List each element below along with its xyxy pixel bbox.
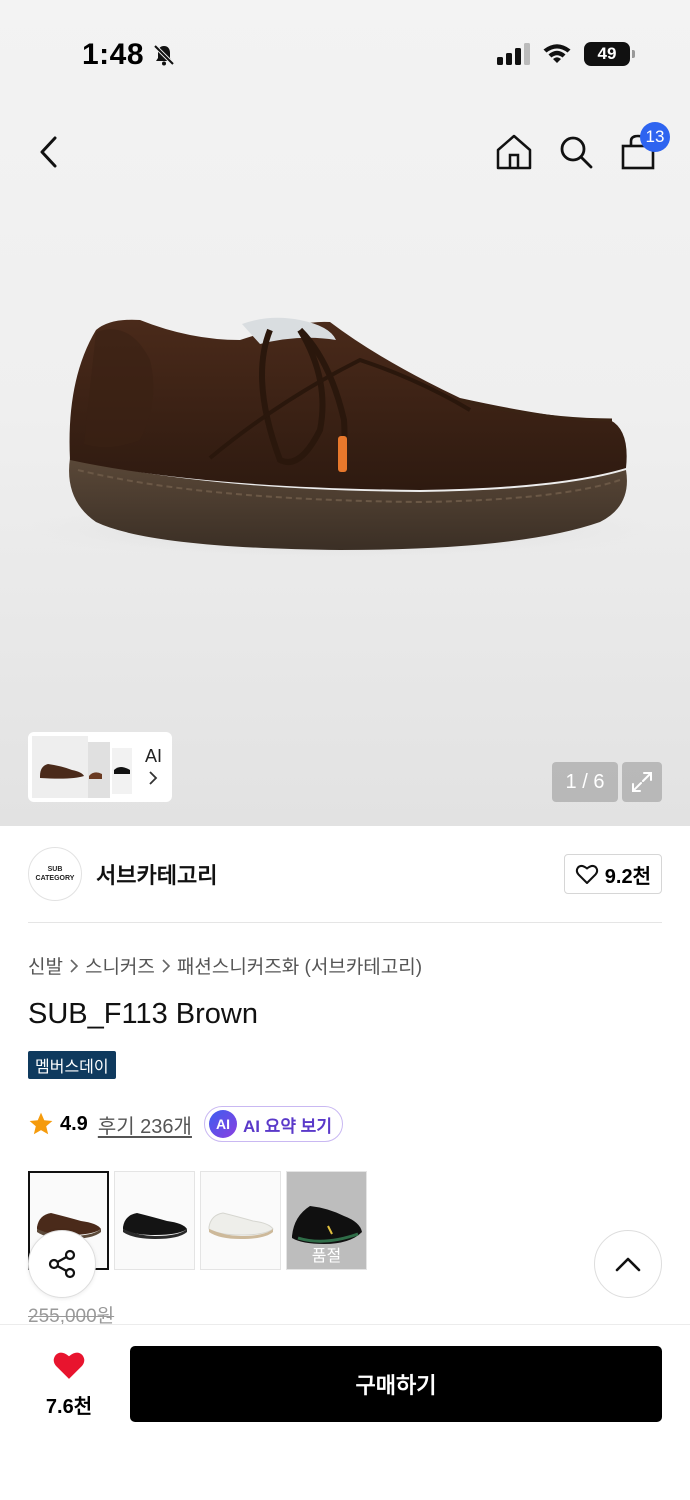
color-option-black-green[interactable]: 품절: [286, 1171, 367, 1270]
back-button[interactable]: [18, 120, 78, 184]
option-black-image: [122, 1212, 187, 1239]
breadcrumb-item-shoes[interactable]: 신발: [28, 952, 63, 979]
status-bar: 1:48 49: [0, 0, 690, 100]
brand-logo: SUB CATEGORY: [28, 847, 82, 901]
image-page-indicator: 1 / 6: [552, 762, 618, 802]
search-icon: [560, 136, 593, 169]
top-navigation: 13: [0, 120, 690, 184]
brand-like-button[interactable]: 9.2천: [563, 854, 662, 894]
wifi-icon: [543, 44, 571, 63]
scroll-to-top-button[interactable]: [594, 1230, 662, 1298]
home-icon: [496, 134, 532, 170]
brand-row[interactable]: SUB CATEGORY 서브카테고리 9.2천: [28, 846, 662, 902]
search-button[interactable]: [546, 120, 606, 184]
bottom-action-bar: 7.6천 구매하기: [0, 1324, 690, 1500]
thumbnail-preview: [32, 736, 132, 798]
expand-icon: [632, 772, 652, 792]
heart-filled-icon: [53, 1352, 85, 1379]
product-like-count: 7.6천: [45, 1396, 93, 1418]
breadcrumb-item-sneakers[interactable]: 스니커즈: [85, 952, 155, 979]
battery-icon: 49: [584, 42, 635, 66]
breadcrumb: 신발 스니커즈 패션스니커즈화 (서브카테고리): [28, 952, 422, 979]
heart-outline-icon: [575, 865, 598, 884]
brand-logo-text-top: SUB: [47, 866, 63, 873]
soldout-label: 품절: [311, 1248, 342, 1265]
ai-summary-button[interactable]: AI AI 요약 보기: [203, 1106, 343, 1142]
chevron-up-icon: [615, 1257, 641, 1272]
cellular-signal-icon: [497, 43, 530, 65]
review-count-link[interactable]: 후기 236개: [98, 1110, 192, 1139]
buy-button[interactable]: 구매하기: [130, 1346, 662, 1422]
status-time-text: 1:48: [82, 38, 145, 71]
ai-label-text: AI: [144, 746, 162, 766]
rating-row: 4.9 후기 236개 AI AI 요약 보기: [28, 1106, 343, 1142]
cart-count-badge: 13: [640, 122, 670, 152]
product-title: SUB_F113 Brown: [28, 998, 258, 1030]
color-option-black[interactable]: [114, 1171, 195, 1270]
home-button[interactable]: [484, 120, 544, 184]
members-day-tag: 멤버스데이: [28, 1051, 116, 1079]
ai-badge-icon: AI: [208, 1110, 237, 1138]
expand-image-button[interactable]: [622, 762, 662, 802]
brand-name[interactable]: 서브카테고리: [96, 858, 217, 890]
divider: [28, 922, 662, 923]
silent-bell-icon: [153, 44, 175, 66]
breadcrumb-chevron-icon: [162, 958, 171, 973]
chevron-left-icon: [40, 136, 57, 168]
cart-button[interactable]: 13: [608, 120, 670, 184]
battery-level: 49: [597, 44, 617, 63]
breadcrumb-chevron-icon: [70, 958, 79, 973]
brand-like-count: 9.2천: [604, 865, 651, 888]
ai-summary-label: AI 요약 보기: [242, 1116, 332, 1136]
share-icon: [48, 1249, 76, 1279]
status-time: 1:48: [82, 38, 176, 72]
ai-thumbnail-label: AI: [145, 744, 162, 792]
chevron-right-icon: [149, 771, 158, 785]
option-white-image: [208, 1211, 274, 1239]
share-button[interactable]: [28, 1230, 96, 1298]
status-indicators: 49: [496, 42, 635, 66]
rating-value: 4.9: [60, 1112, 88, 1135]
ai-image-thumbnail-strip[interactable]: AI: [28, 732, 172, 802]
star-icon: [29, 1112, 53, 1135]
product-like-button[interactable]: 7.6천: [28, 1349, 110, 1419]
color-option-white[interactable]: [200, 1171, 281, 1270]
breadcrumb-item-fashion-sneakers[interactable]: 패션스니커즈화 (서브카테고리): [177, 952, 422, 979]
brand-logo-text-bottom: CATEGORY: [35, 875, 75, 882]
